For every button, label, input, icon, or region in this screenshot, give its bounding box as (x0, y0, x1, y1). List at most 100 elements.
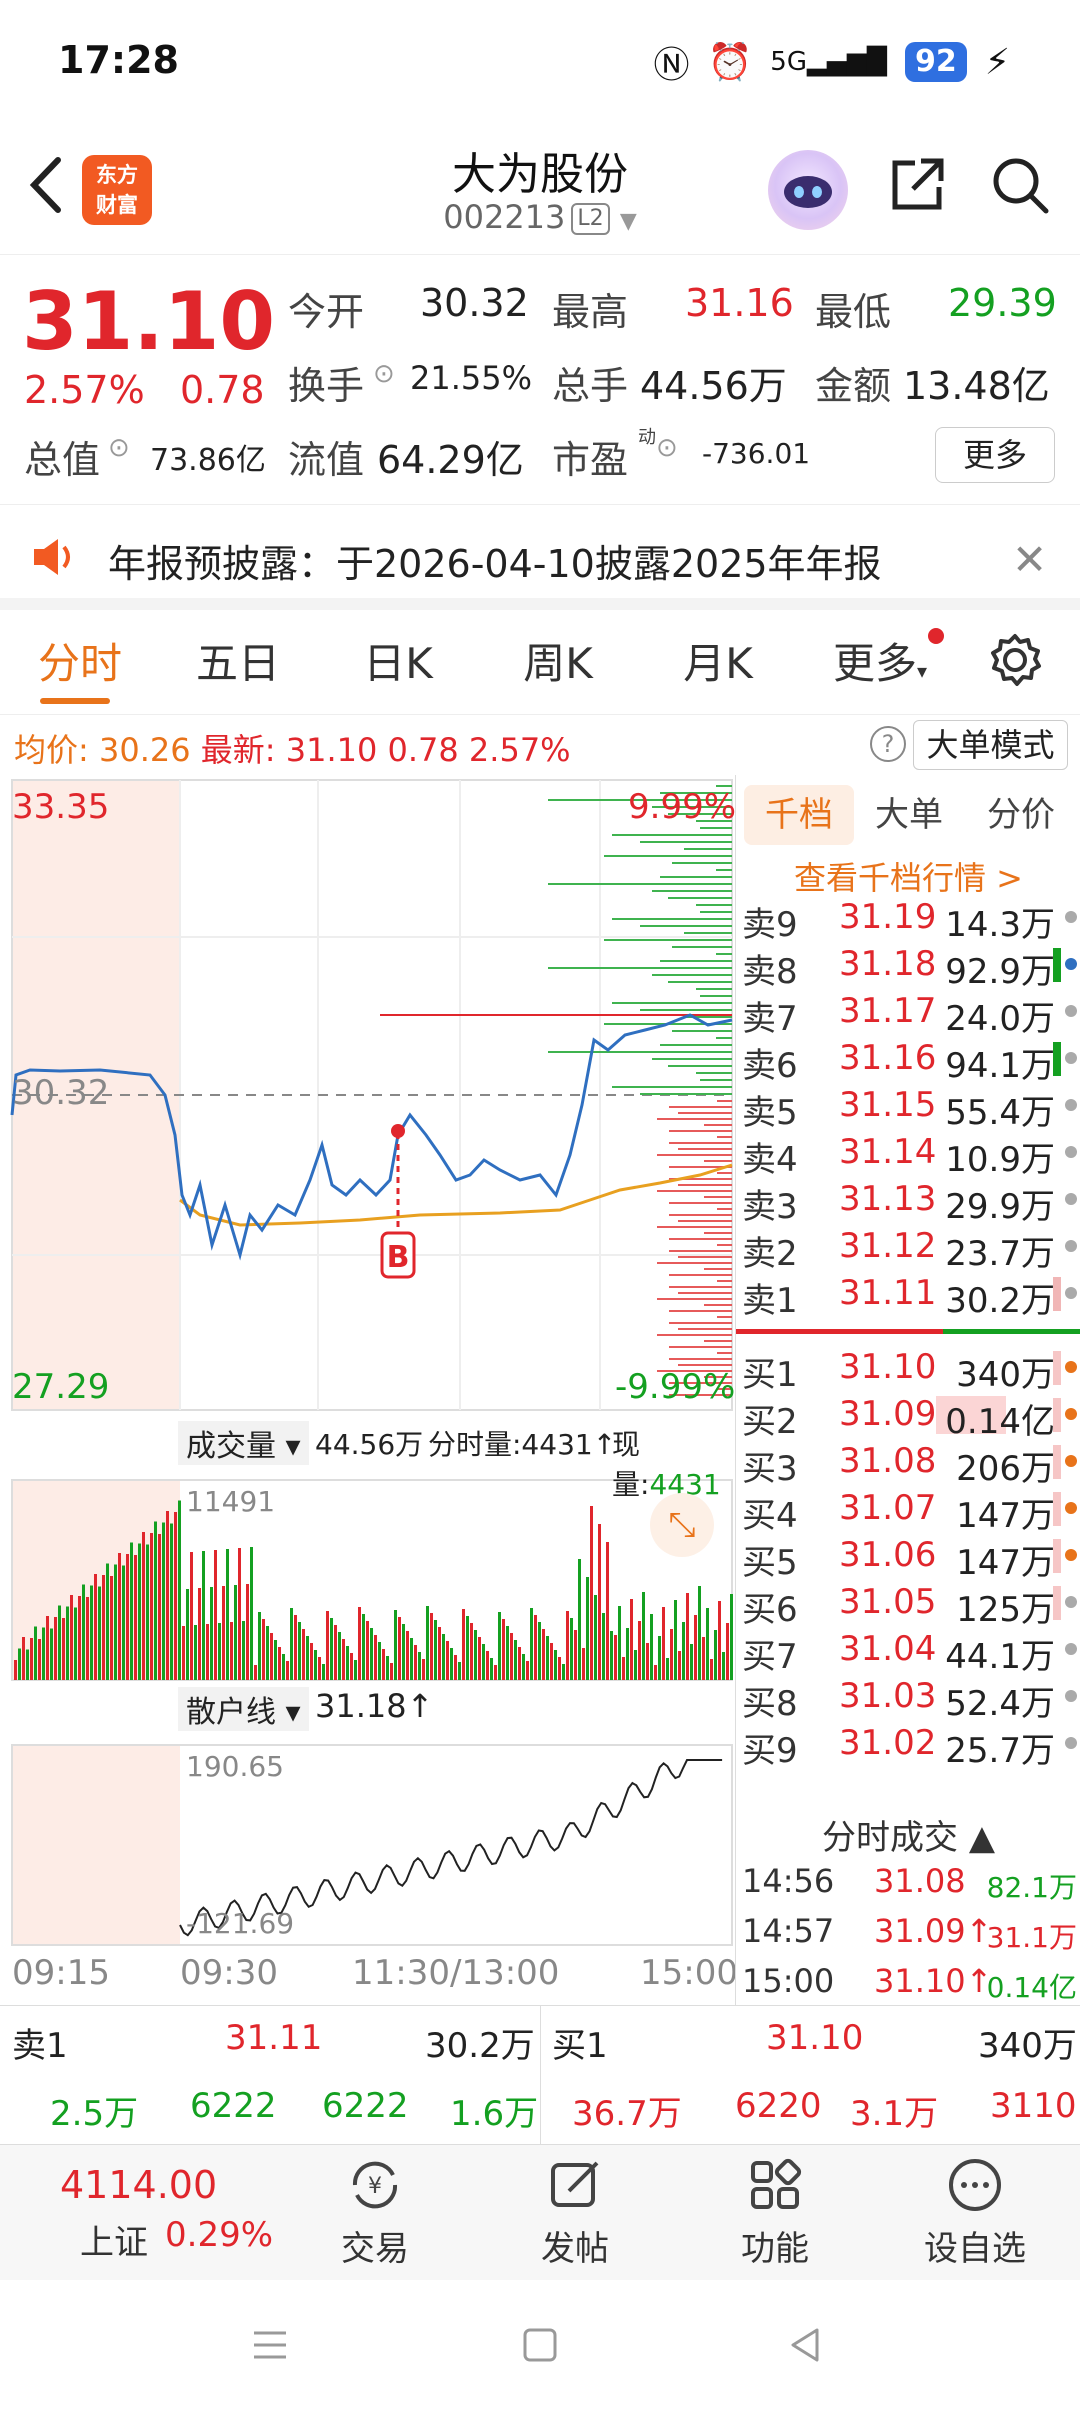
index-value[interactable]: 4114.00 (60, 2163, 217, 2207)
ask-row[interactable]: 卖6 31.16 94.1万 (736, 1034, 1080, 1086)
info-icon[interactable]: ⊙ (373, 359, 395, 389)
more-button[interactable]: 更多 (935, 427, 1055, 483)
tab-thousand-depth[interactable]: 千档 (744, 785, 854, 845)
tab-big-order[interactable]: 大单 (854, 785, 964, 845)
order-dot (1065, 1361, 1077, 1373)
pe-label: 市盈 (552, 438, 629, 482)
trade-price: 31.09↑ (874, 1912, 993, 1950)
ask-level: 卖6 (742, 1046, 798, 1086)
depth-bar (1053, 1445, 1061, 1479)
ask-row[interactable]: 卖7 31.17 24.0万 (736, 987, 1080, 1039)
ask-price: 31.12 (839, 1226, 937, 1266)
intraday-chart[interactable]: B 33.35 30.32 27.29 9.99% -9.99% 成交量 ▾ 4… (0, 775, 738, 2005)
bid-volume: 206万 (956, 1449, 1055, 1489)
trade-list-title[interactable]: 分时成交 ▲ (736, 1810, 1080, 1859)
bid-volume: 0.14亿 (945, 1402, 1055, 1442)
tab-intraday[interactable]: 分时 (0, 630, 160, 691)
ask-volume: 29.9万 (945, 1187, 1055, 1227)
ask-row[interactable]: 卖2 31.12 23.7万 (736, 1222, 1080, 1274)
low-value: 29.39 (948, 281, 1057, 325)
ask-row[interactable]: 卖8 31.18 92.9万 (736, 940, 1080, 992)
float-value: 64.29亿 (377, 438, 524, 482)
bid-row[interactable]: 买7 31.04 44.1万 (736, 1625, 1080, 1677)
tab-daily-k[interactable]: 日K (318, 630, 478, 691)
bid-row[interactable]: 买2 31.09 0.14亿 (736, 1390, 1080, 1442)
ask-price: 31.11 (839, 1273, 937, 1313)
retail-value: 31.18↑ (315, 1687, 434, 1725)
notice-text: 年报预披露：于2026-04-10披露2025年年报 (108, 542, 882, 586)
order-dot (1065, 1502, 1077, 1514)
help-icon[interactable]: ? (870, 726, 906, 762)
price-info-line: 均价: 30.26 最新: 31.10 0.78 2.57% (14, 731, 571, 769)
depth-bar (1053, 1539, 1061, 1573)
bid-row[interactable]: 买8 31.03 52.4万 (736, 1672, 1080, 1724)
bid-row[interactable]: 买9 31.02 25.7万 (736, 1719, 1080, 1771)
index-name[interactable]: 上证 (80, 2215, 148, 2264)
depth-bar (1053, 1398, 1061, 1432)
bid-row[interactable]: 买3 31.08 206万 (736, 1437, 1080, 1489)
status-icons: Ⓝ ⏰ 5G▂▄▆█ 92 ⚡ (653, 36, 1010, 88)
depth-bar (1053, 948, 1061, 982)
tab-five-day[interactable]: 五日 (158, 630, 318, 691)
bid-price: 31.09 (839, 1394, 937, 1434)
info-icon[interactable]: ⊙ (656, 433, 678, 463)
notification-dot (928, 628, 944, 644)
bid-volume: 147万 (956, 1496, 1055, 1536)
ask-row[interactable]: 卖1 31.11 30.2万 (736, 1269, 1080, 1321)
back-nav-icon[interactable] (785, 2325, 825, 2365)
summary-cell: 6222 (322, 2086, 409, 2126)
bid-row[interactable]: 买1 31.10 340万 (736, 1343, 1080, 1395)
share-icon[interactable] (885, 153, 949, 217)
tab-price-split[interactable]: 分价 (966, 785, 1076, 845)
volume-dropdown[interactable]: 成交量 ▾ (178, 1421, 309, 1465)
index-pct[interactable]: 0.29% (165, 2215, 273, 2255)
speaker-icon (34, 539, 70, 575)
ask-price: 31.14 (839, 1132, 937, 1172)
home-icon[interactable] (520, 2325, 560, 2365)
open-value: 30.32 (420, 281, 529, 325)
notice-bar[interactable]: 年报预披露：于2026-04-10披露2025年年报 ✕ (0, 505, 1080, 610)
ask-row[interactable]: 卖9 31.19 14.3万 (736, 893, 1080, 945)
period-tabs: 分时 五日 日K 周K 月K 更多▾ (0, 610, 1080, 715)
ask-bid-divider (736, 1329, 1080, 1334)
tab-monthly-k[interactable]: 月K (638, 630, 798, 691)
ask-row[interactable]: 卖4 31.14 10.9万 (736, 1128, 1080, 1180)
ask-row[interactable]: 卖3 31.13 29.9万 (736, 1175, 1080, 1227)
depth-bar (1053, 1277, 1061, 1311)
search-icon[interactable] (988, 153, 1052, 217)
mktcap-label: 总值 (24, 438, 101, 482)
bid-row[interactable]: 买5 31.06 147万 (736, 1531, 1080, 1583)
bid-level: 买6 (742, 1590, 798, 1630)
expand-icon[interactable]: ⤡ (650, 1493, 714, 1557)
ask-row[interactable]: 卖5 31.15 55.4万 (736, 1081, 1080, 1133)
turnover-value: 21.55% (410, 359, 533, 397)
nfc-icon: Ⓝ (653, 45, 690, 86)
avg-price: 30.26 (98, 731, 191, 769)
nav-functions[interactable]: 功能 (695, 2155, 855, 2270)
mid-price-label: 30.32 (12, 1073, 110, 1113)
bid-row[interactable]: 买4 31.07 147万 (736, 1484, 1080, 1536)
bid-row[interactable]: 买6 31.05 125万 (736, 1578, 1080, 1630)
tab-weekly-k[interactable]: 周K (478, 630, 638, 691)
bid-volume: 52.4万 (945, 1684, 1055, 1724)
menu-icon[interactable] (250, 2325, 290, 2365)
ask-price: 31.13 (839, 1179, 937, 1219)
gear-icon[interactable] (985, 630, 1045, 690)
bid-price: 31.08 (839, 1441, 937, 1481)
retail-dropdown[interactable]: 散户线 ▾ (178, 1687, 309, 1731)
buy-marker[interactable]: B (387, 1240, 410, 1275)
bid-price: 31.02 (839, 1723, 937, 1763)
nav-post[interactable]: 发帖 (495, 2155, 655, 2270)
ask-volume: 30.2万 (945, 1281, 1055, 1321)
nav-trade[interactable]: ¥ 交易 (295, 2155, 455, 2270)
alarm-icon: ⏰ (707, 42, 753, 83)
close-icon[interactable]: ✕ (1012, 535, 1047, 584)
big-order-mode-button[interactable]: 大单模式 (913, 720, 1068, 770)
trade-volume: 31.1万 (986, 1921, 1077, 1954)
svg-text:¥: ¥ (368, 2174, 382, 2199)
ai-assistant-avatar[interactable] (768, 150, 848, 230)
depth-bar (1053, 1492, 1061, 1526)
nav-add-watchlist[interactable]: 设自选 (895, 2155, 1055, 2270)
info-icon[interactable]: ⊙ (108, 433, 130, 463)
bid-level: 买8 (742, 1684, 798, 1724)
